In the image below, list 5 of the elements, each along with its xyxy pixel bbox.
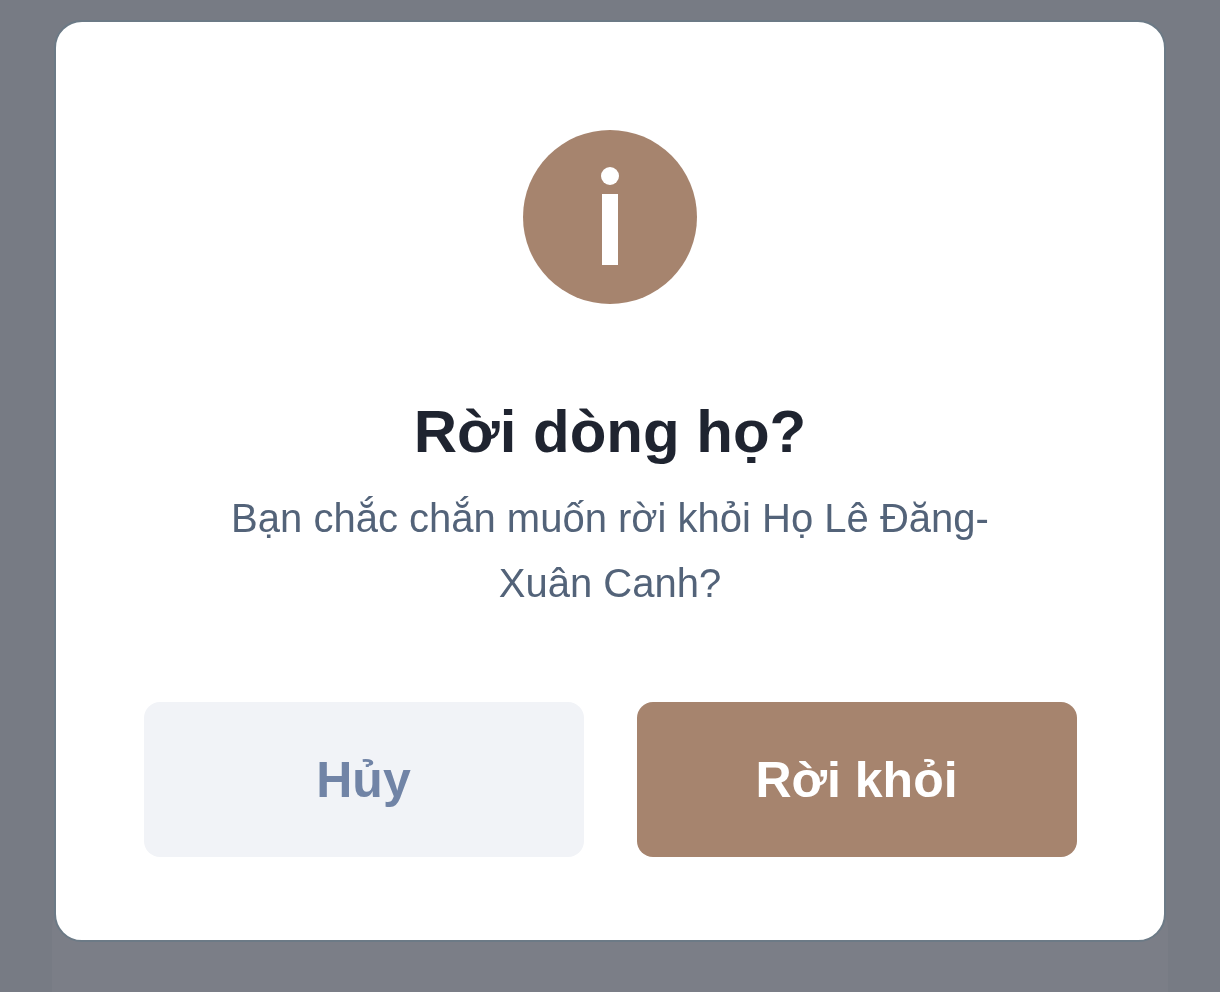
info-icon bbox=[523, 130, 697, 304]
dialog-title: Rời dòng họ? bbox=[413, 397, 807, 467]
leave-button[interactable]: Rời khỏi bbox=[636, 702, 1077, 857]
cancel-button[interactable]: Hủy bbox=[143, 702, 584, 857]
dialog-message: Bạn chắc chắn muốn rời khỏi Họ Lê Đăng- Xuân Canh? bbox=[230, 495, 990, 607]
